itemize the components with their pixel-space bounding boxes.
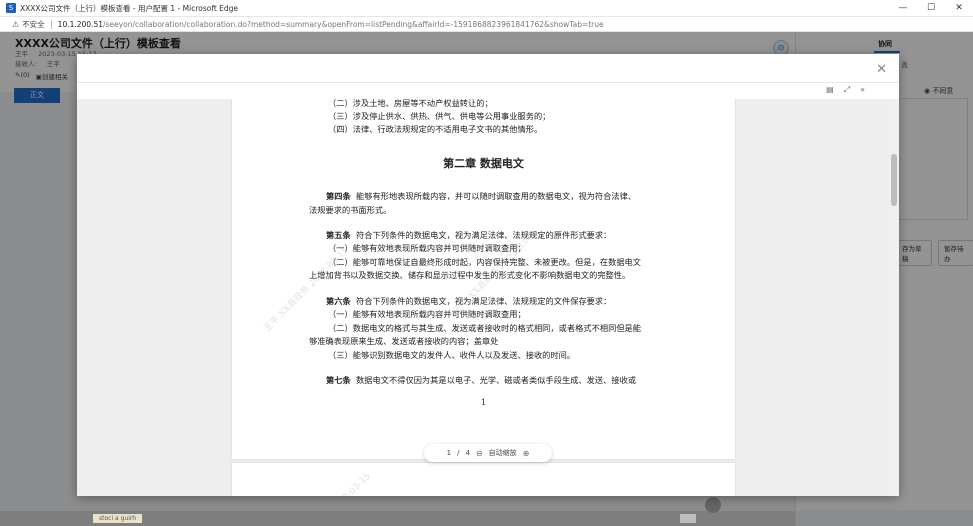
maximize-button[interactable]: ☐	[917, 0, 945, 16]
url-host: 10.1.200.51	[57, 19, 103, 29]
watermark: 王平 XX县政务 2023-03-15	[262, 245, 351, 335]
close-window-button[interactable]: ✕	[945, 0, 973, 16]
minimize-button[interactable]: —	[889, 0, 917, 16]
modal-divider	[77, 82, 899, 83]
doc-line: 上增加背书以及数据交换、储存和显示过程中发生的形式变化不影响数据电文的完整性。	[309, 270, 631, 280]
doc-line: （二）涉及土地、房屋等不动产权益转让的；	[328, 99, 493, 108]
doc-line: （四）法律、行政法规规定的不适用电子文书的其他情形。	[328, 124, 543, 134]
doc-line: （三）能够识别数据电文的发件人、收件人以及发送、接收的时间。	[328, 350, 576, 360]
zoom-in-icon[interactable]: ⊕	[523, 449, 530, 458]
watermark: 政务 2023-03-15	[312, 469, 373, 496]
address-bar[interactable]: ⚠ 不安全 10.1.200.51 /seeyon/collaboration/…	[0, 17, 973, 32]
double-chevron-icon[interactable]: »	[860, 85, 865, 95]
vertical-scrollbar[interactable]	[889, 99, 899, 496]
security-label[interactable]: 不安全	[22, 19, 45, 30]
window-controls: — ☐ ✕	[889, 0, 973, 16]
document-page-2: 政务 2023-03-15	[232, 463, 735, 496]
page-current[interactable]: 1	[447, 449, 451, 457]
zoom-select[interactable]: 自动缩放	[489, 448, 517, 458]
warning-icon: ⚠	[12, 19, 20, 29]
bottom-chip: stoci a guirh	[93, 514, 143, 523]
doc-line: 够准确表现原来生成、发送或者接收的内容；盖章处	[309, 336, 499, 346]
viewer-toolbar: ▤ ⤢ »	[826, 85, 865, 95]
document-icon[interactable]: ▤	[826, 85, 834, 95]
app-icon: S	[6, 3, 16, 13]
doc-line: （二）数据电文的格式与其生成、发送或者接收时的格式相同，或者格式不相同但是能	[328, 323, 642, 333]
bottom-chip-2	[680, 514, 696, 523]
page-navigator: 1 / 4 ⊖ 自动缩放 ⊕	[424, 444, 552, 462]
scrollbar-thumb[interactable]	[891, 154, 897, 206]
page-total: 4	[465, 449, 470, 457]
doc-line: （三）涉及停止供水、供热、供气、供电等公用事业服务的；	[328, 111, 551, 121]
zoom-out-icon[interactable]: ⊖	[476, 449, 483, 458]
chapter-heading: 第二章 数据电文	[443, 157, 524, 170]
page-separator: /	[457, 449, 460, 457]
doc-line: （二）能够可靠地保证自最终形成时起，内容保持完整、未被更改。但是，在数据电文	[328, 257, 642, 267]
window-title: XXXX公司文件（上行）模板查看 - 用户配置 1 - Microsoft Ed…	[20, 3, 239, 13]
document-page: （二）涉及土地、房屋等不动产权益转让的； （三）涉及停止供水、供热、供气、供电等…	[232, 99, 735, 459]
document-viewer-modal: ✕ ▤ ⤢ » （二）涉及土地、房屋等不动产权益转让的； （三）涉及停止供水、供…	[77, 54, 899, 496]
doc-line: 第四条 能够有形地表现所载内容，并可以随时调取查用的数据电文，视为符合法律、	[326, 191, 637, 201]
doc-line: （一）能够有效地表现所载内容并可供随时调取查用；	[328, 309, 526, 319]
floating-assistant-icon[interactable]	[705, 497, 721, 513]
doc-line: 法规要求的书面形式。	[309, 205, 392, 215]
close-icon[interactable]: ✕	[876, 62, 887, 77]
window-titlebar: S XXXX公司文件（上行）模板查看 - 用户配置 1 - Microsoft …	[0, 0, 973, 17]
fullscreen-icon[interactable]: ⤢	[844, 85, 850, 95]
page-number: 1	[480, 398, 487, 407]
doc-line: 第五条 符合下列条件的数据电文，视为满足法律、法规规定的原件形式要求：	[326, 230, 612, 240]
doc-line: （一）能够有效地表现所载内容并可供随时调取查用；	[328, 243, 526, 253]
address-separator	[50, 19, 52, 29]
pdf-viewer-area[interactable]: （二）涉及土地、房屋等不动产权益转让的； （三）涉及停止供水、供热、供气、供电等…	[77, 99, 899, 496]
doc-line: 第七条 数据电文不得仅因为其是以电子、光学、磁或者类似手段生成、发送、接收或	[326, 375, 637, 385]
url-path: /seeyon/collaboration/collaboration.do?m…	[103, 19, 604, 29]
